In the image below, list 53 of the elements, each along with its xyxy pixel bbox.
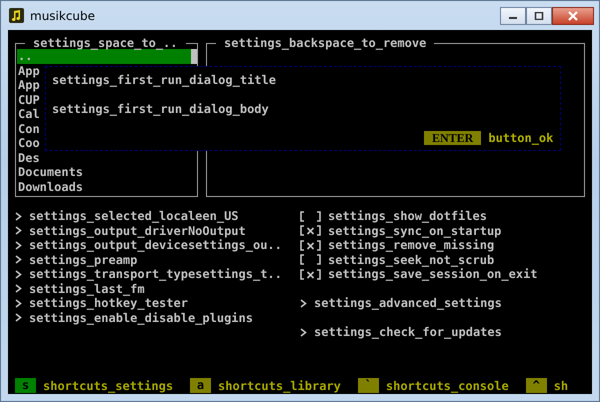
close-button[interactable]	[552, 7, 594, 25]
settings-link[interactable]: settings_transport_typesettings_t..	[29, 267, 282, 282]
settings-link[interactable]: settings_check_for_updates	[314, 325, 502, 340]
folder-item[interactable]: Con	[17, 122, 40, 136]
folder-item[interactable]: Cal	[17, 107, 40, 122]
settings-link[interactable]: settings_output_driverNoOutput	[29, 224, 246, 238]
shortcut-label: shortcuts_console	[386, 378, 509, 393]
shortcut-key[interactable]: `	[358, 378, 379, 393]
dialog-title: settings_first_run_dialog_title	[52, 73, 277, 88]
maximize-icon	[534, 12, 544, 20]
folder-item[interactable]: Downloads	[17, 180, 84, 194]
chevron-icon	[300, 298, 307, 308]
maximize-button[interactable]	[526, 7, 552, 25]
settings-link[interactable]: settings_enable_disable_plugins	[29, 310, 253, 326]
window-title: musikcube	[30, 8, 96, 22]
checkbox-label: settings_remove_missing	[328, 238, 494, 253]
checkbox[interactable]	[300, 210, 321, 222]
settings-link[interactable]: settings_advanced_settings	[314, 296, 502, 311]
settings-link[interactable]: settings_last_fm	[29, 282, 145, 296]
shortcut-label: shortcuts_settings	[43, 378, 174, 393]
scrollbar-thumb[interactable]	[191, 49, 197, 64]
settings-link[interactable]: settings_output_devicesettings_ou..	[29, 238, 282, 253]
checkbox[interactable]	[300, 225, 321, 236]
ok-button[interactable]: button_ok	[488, 131, 554, 146]
minimize-button[interactable]	[500, 7, 526, 25]
folder-item[interactable]: Coo	[17, 136, 40, 151]
panel-title: settings_backspace_to_remove	[223, 37, 428, 49]
shortcut-label: shortcuts_library	[218, 378, 341, 393]
close-icon	[567, 11, 579, 21]
checkbox-label: settings_save_session_on_exit	[328, 267, 538, 282]
folder-item[interactable]: CUP	[17, 92, 40, 108]
settings-link[interactable]: settings_hotkey_tester	[29, 296, 188, 311]
dialog-body: settings_first_run_dialog_body	[52, 102, 270, 117]
folder-item[interactable]: Documents	[17, 165, 84, 180]
shortcut-key[interactable]: ^	[526, 378, 547, 393]
checkbox[interactable]	[300, 254, 321, 266]
folder-item[interactable]: App	[17, 64, 40, 78]
chevron-icon	[300, 328, 307, 338]
checkbox[interactable]	[300, 240, 321, 251]
folder-item[interactable]: App	[17, 78, 40, 93]
music-note-icon	[9, 8, 24, 23]
settings-link[interactable]: settings_preamp	[29, 252, 138, 268]
shortcut-label: sh	[554, 378, 568, 393]
key-hint: ENTER	[424, 131, 482, 146]
shortcut-key[interactable]: a	[190, 378, 212, 393]
checkbox-label: settings_show_dotfiles	[328, 209, 487, 224]
panel-title: settings_space_to_..	[32, 37, 178, 49]
settings-link[interactable]: settings_selected_localeen_US	[29, 209, 239, 224]
shortcut-key[interactable]: s	[15, 378, 36, 393]
checkbox-label: settings_sync_on_startup	[328, 224, 502, 238]
folder-item[interactable]: Des	[17, 150, 40, 166]
checkbox-label: settings_seek_not_scrub	[328, 252, 494, 268]
checkbox[interactable]	[300, 268, 321, 280]
